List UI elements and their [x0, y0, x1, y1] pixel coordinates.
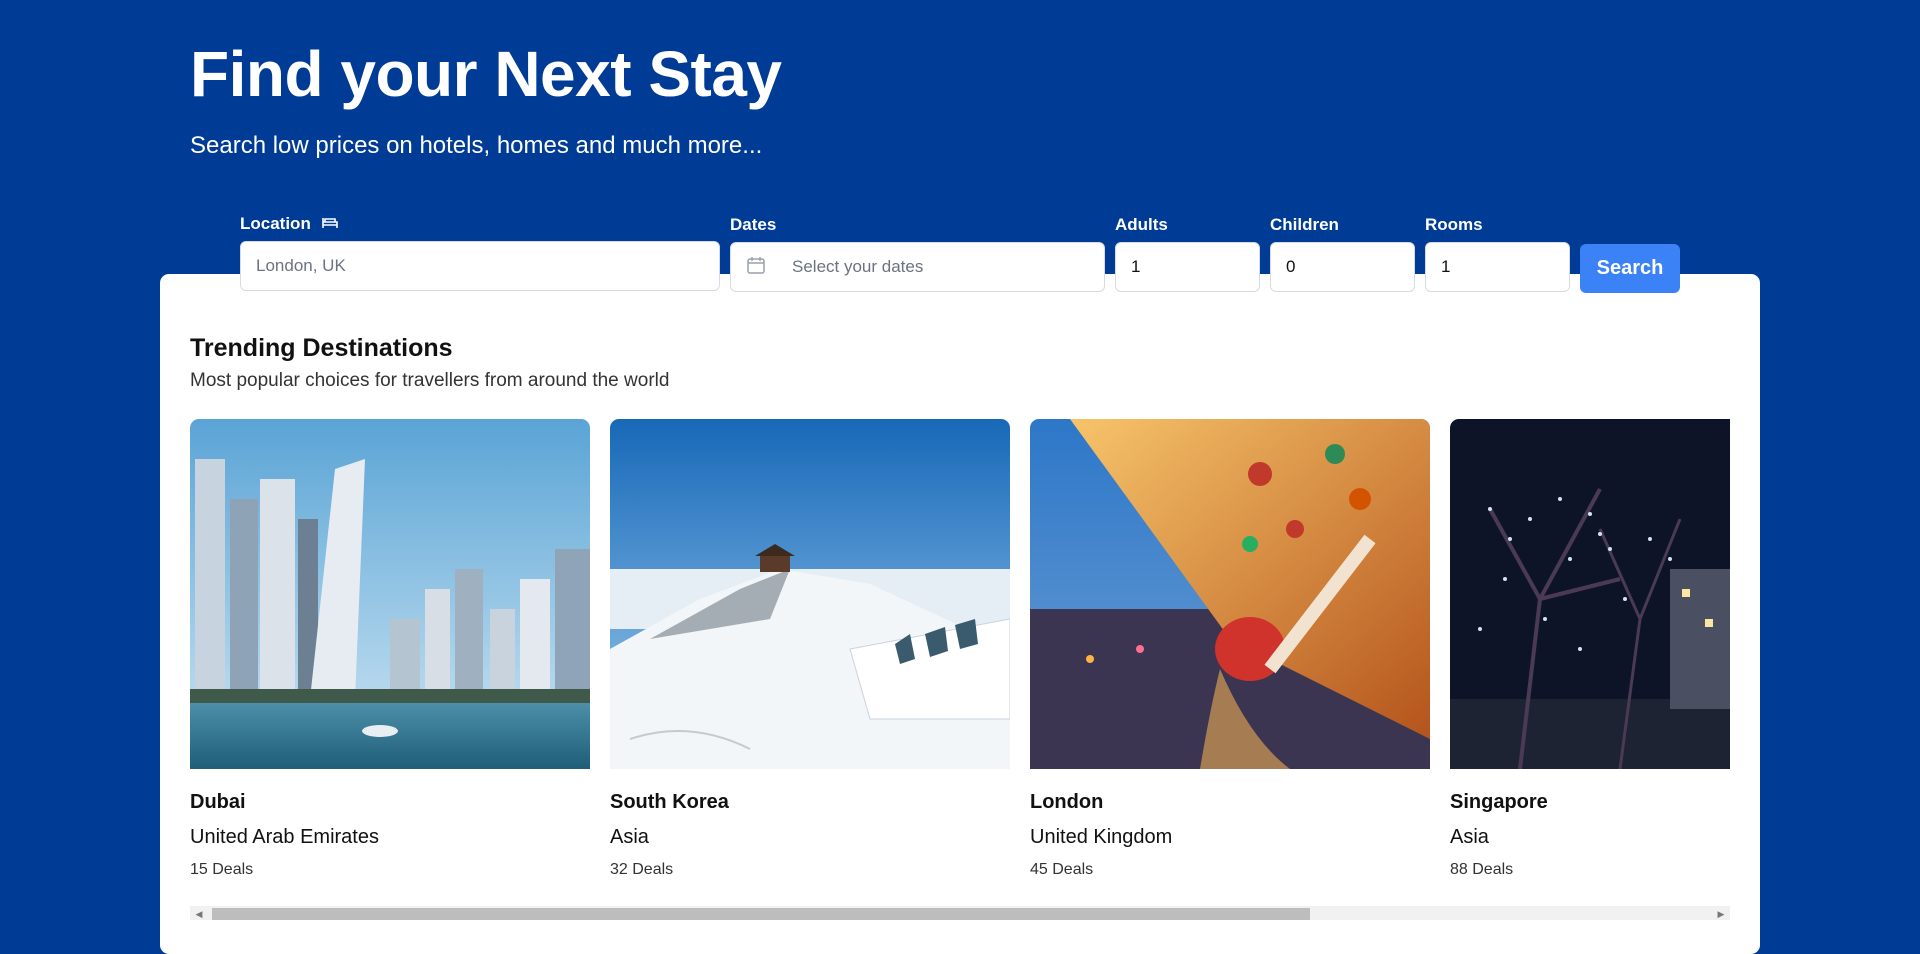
destination-card-london[interactable]: London United Kingdom 45 Deals: [1030, 419, 1430, 879]
children-input-box: [1270, 242, 1415, 292]
children-field: Children: [1270, 213, 1415, 292]
scroll-left-icon[interactable]: ◀: [192, 908, 206, 920]
dates-field: Dates Select your dates: [730, 213, 1105, 292]
location-input-box: [240, 241, 720, 291]
location-label: Location: [240, 212, 720, 236]
results-card: Trending Destinations Most popular choic…: [160, 274, 1760, 954]
destination-name: Dubai: [190, 791, 246, 813]
destination-deals: 32 Deals: [610, 861, 674, 878]
children-input[interactable]: [1286, 243, 1399, 291]
dates-picker[interactable]: Select your dates: [730, 242, 1105, 292]
adults-label: Adults: [1115, 215, 1168, 234]
destination-image: [610, 419, 1010, 769]
rooms-label: Rooms: [1425, 215, 1483, 234]
destination-image: [1450, 419, 1730, 769]
section-title: Trending Destinations: [190, 334, 453, 362]
destination-region: United Kingdom: [1030, 826, 1173, 848]
adults-input-box: [1115, 242, 1260, 292]
rooms-input[interactable]: [1441, 243, 1554, 291]
dates-label: Dates: [730, 215, 777, 234]
location-field: Location: [240, 212, 720, 291]
destination-deals: 15 Deals: [190, 861, 254, 878]
destination-card-singapore[interactable]: Singapore Asia 88 Deals: [1450, 419, 1730, 879]
destinations-carousel[interactable]: Dubai United Arab Emirates 15 Deals Sout…: [190, 419, 1730, 909]
section-subtitle: Most popular choices for travellers from…: [190, 370, 670, 391]
location-input[interactable]: [256, 242, 704, 290]
destination-name: Singapore: [1450, 791, 1548, 813]
page-subtitle: Search low prices on hotels, homes and m…: [190, 132, 763, 159]
adults-field: Adults: [1115, 213, 1260, 292]
destination-name: South Korea: [610, 791, 729, 813]
destination-card-dubai[interactable]: Dubai United Arab Emirates 15 Deals: [190, 419, 590, 879]
calendar-icon: [746, 255, 766, 280]
rooms-field: Rooms: [1425, 213, 1570, 292]
destination-region: Asia: [610, 826, 649, 848]
destination-image: [190, 419, 590, 769]
scroll-right-icon[interactable]: ▶: [1714, 908, 1728, 920]
rooms-input-box: [1425, 242, 1570, 292]
carousel-scrollbar[interactable]: ◀ ▶: [190, 906, 1730, 920]
scrollbar-thumb[interactable]: [212, 908, 1310, 920]
destination-image: [1030, 419, 1430, 769]
adults-input[interactable]: [1131, 243, 1244, 291]
destination-deals: 88 Deals: [1450, 861, 1514, 878]
destination-name: London: [1030, 791, 1104, 813]
children-label: Children: [1270, 215, 1339, 234]
dates-placeholder: Select your dates: [792, 257, 924, 276]
page-title: Find your Next Stay: [190, 38, 782, 110]
destination-region: United Arab Emirates: [190, 826, 379, 848]
hero: Find your Next Stay Search low prices on…: [190, 38, 782, 160]
search-button[interactable]: Search: [1580, 244, 1680, 293]
bed-icon: [321, 214, 339, 235]
destination-deals: 45 Deals: [1030, 861, 1094, 878]
destination-card-south-korea[interactable]: South Korea Asia 32 Deals: [610, 419, 1010, 879]
destination-region: Asia: [1450, 826, 1489, 848]
